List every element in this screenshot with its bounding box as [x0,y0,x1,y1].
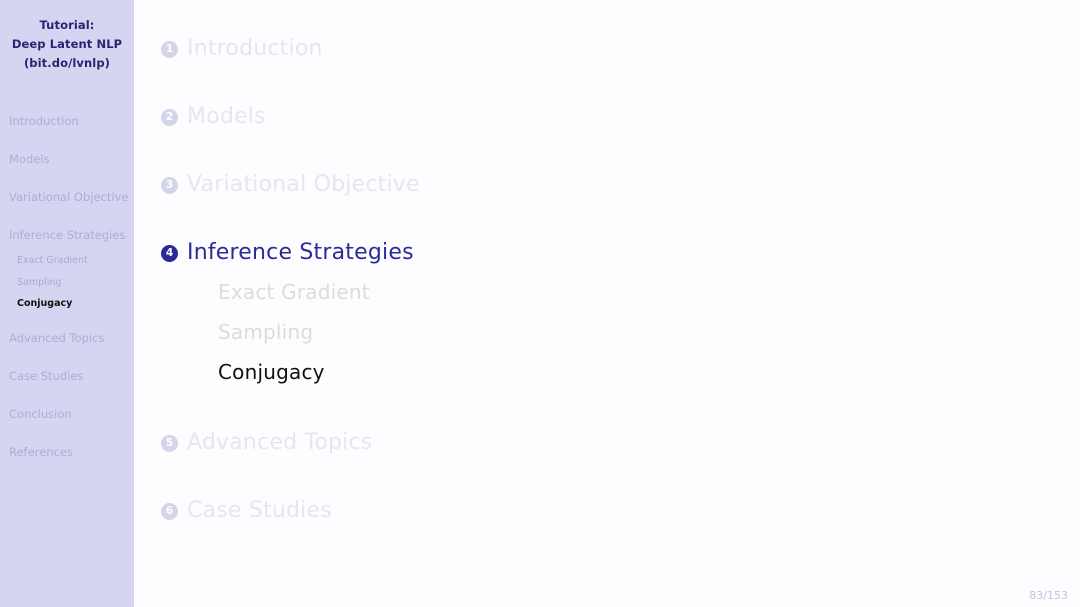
sidebar-subitem-label: Sampling [17,276,62,288]
sidebar-item-references[interactable]: References [9,442,130,463]
toc-entry-label: Case Studies [187,498,332,523]
sidebar-item-label: Variational Objective [9,190,129,204]
sidebar-item-label: Case Studies [9,368,84,383]
sidebar-subitem-sampling[interactable]: Sampling [9,272,130,294]
toc-subentry-label: Conjugacy [218,360,325,384]
sidebar-title: Tutorial: Deep Latent NLP (bit.do/lvnlp) [0,0,134,73]
toc-number-badge-icon: 2 [161,109,178,126]
sidebar-subitem-exact-gradient[interactable]: Exact Gradient [9,250,130,272]
sidebar-subitem-conjugacy[interactable]: Conjugacy [9,293,130,315]
sidebar-item-label: Introduction [9,114,79,128]
sidebar-item-label: References [9,444,73,459]
toc-subentries: Exact Gradient Sampling Conjugacy [218,272,1080,392]
sidebar-title-line-1: Tutorial: [39,18,95,32]
sidebar-nav: Introduction Models Variational Objectiv… [0,111,134,463]
toc-subentry-conjugacy[interactable]: Conjugacy [218,352,1080,392]
toc-entry-models[interactable]: 2 Models [161,102,1080,132]
toc-entry-label: Variational Objective [187,172,420,197]
slide: Tutorial: Deep Latent NLP (bit.do/lvnlp)… [0,0,1080,607]
sidebar-item-case-studies[interactable]: Case Studies [9,366,130,387]
toc-subentry-exact-gradient[interactable]: Exact Gradient [218,272,1080,312]
toc-entry-label: Inference Strategies [187,240,414,265]
toc-entry-label: Introduction [187,36,323,61]
toc-subentry-label: Exact Gradient [218,280,370,304]
toc-number-badge-icon: 4 [161,245,178,262]
main-content: 1 Introduction 2 Models 3 Variational Ob… [134,0,1080,607]
toc-subentry-label: Sampling [218,320,314,344]
sidebar-subitem-label: Conjugacy [17,298,73,309]
sidebar-item-conclusion[interactable]: Conclusion [9,404,130,425]
toc-entry-label: Advanced Topics [187,430,373,455]
toc-number-badge-icon: 6 [161,503,178,520]
sidebar-item-inference-strategies[interactable]: Inference Strategies [9,225,130,246]
sidebar-subitem-label: Exact Gradient [17,255,88,266]
sidebar-item-advanced-topics[interactable]: Advanced Topics [9,328,130,349]
toc-entry-case-studies[interactable]: 6 Case Studies [161,496,1080,526]
sidebar-item-models[interactable]: Models [9,149,130,170]
sidebar-item-variational-objective[interactable]: Variational Objective [9,187,130,208]
sidebar-subitems: Exact Gradient Sampling Conjugacy [9,250,130,315]
toc-entry-inference-strategies[interactable]: 4 Inference Strategies [161,238,1080,268]
toc-number-badge-icon: 3 [161,177,178,194]
toc-entry-label: Models [187,104,266,129]
sidebar-item-label: Models [9,152,50,166]
sidebar: Tutorial: Deep Latent NLP (bit.do/lvnlp)… [0,0,134,607]
page-number: 83/153 [1029,589,1068,602]
sidebar-title-line-2: Deep Latent NLP [11,37,123,51]
toc-number-badge-icon: 1 [161,41,178,58]
toc-entry-introduction[interactable]: 1 Introduction [161,34,1080,64]
toc-entry-advanced-topics[interactable]: 5 Advanced Topics [161,428,1080,458]
toc-number-badge-icon: 5 [161,435,178,452]
sidebar-title-line-3: (bit.do/lvnlp) [23,56,111,70]
sidebar-item-label: Advanced Topics [9,330,105,345]
sidebar-item-label: Conclusion [9,406,72,421]
toc-entry-variational-objective[interactable]: 3 Variational Objective [161,170,1080,200]
toc-subentry-sampling[interactable]: Sampling [218,312,1080,352]
sidebar-item-introduction[interactable]: Introduction [9,111,130,132]
sidebar-item-label: Inference Strategies [9,228,126,242]
